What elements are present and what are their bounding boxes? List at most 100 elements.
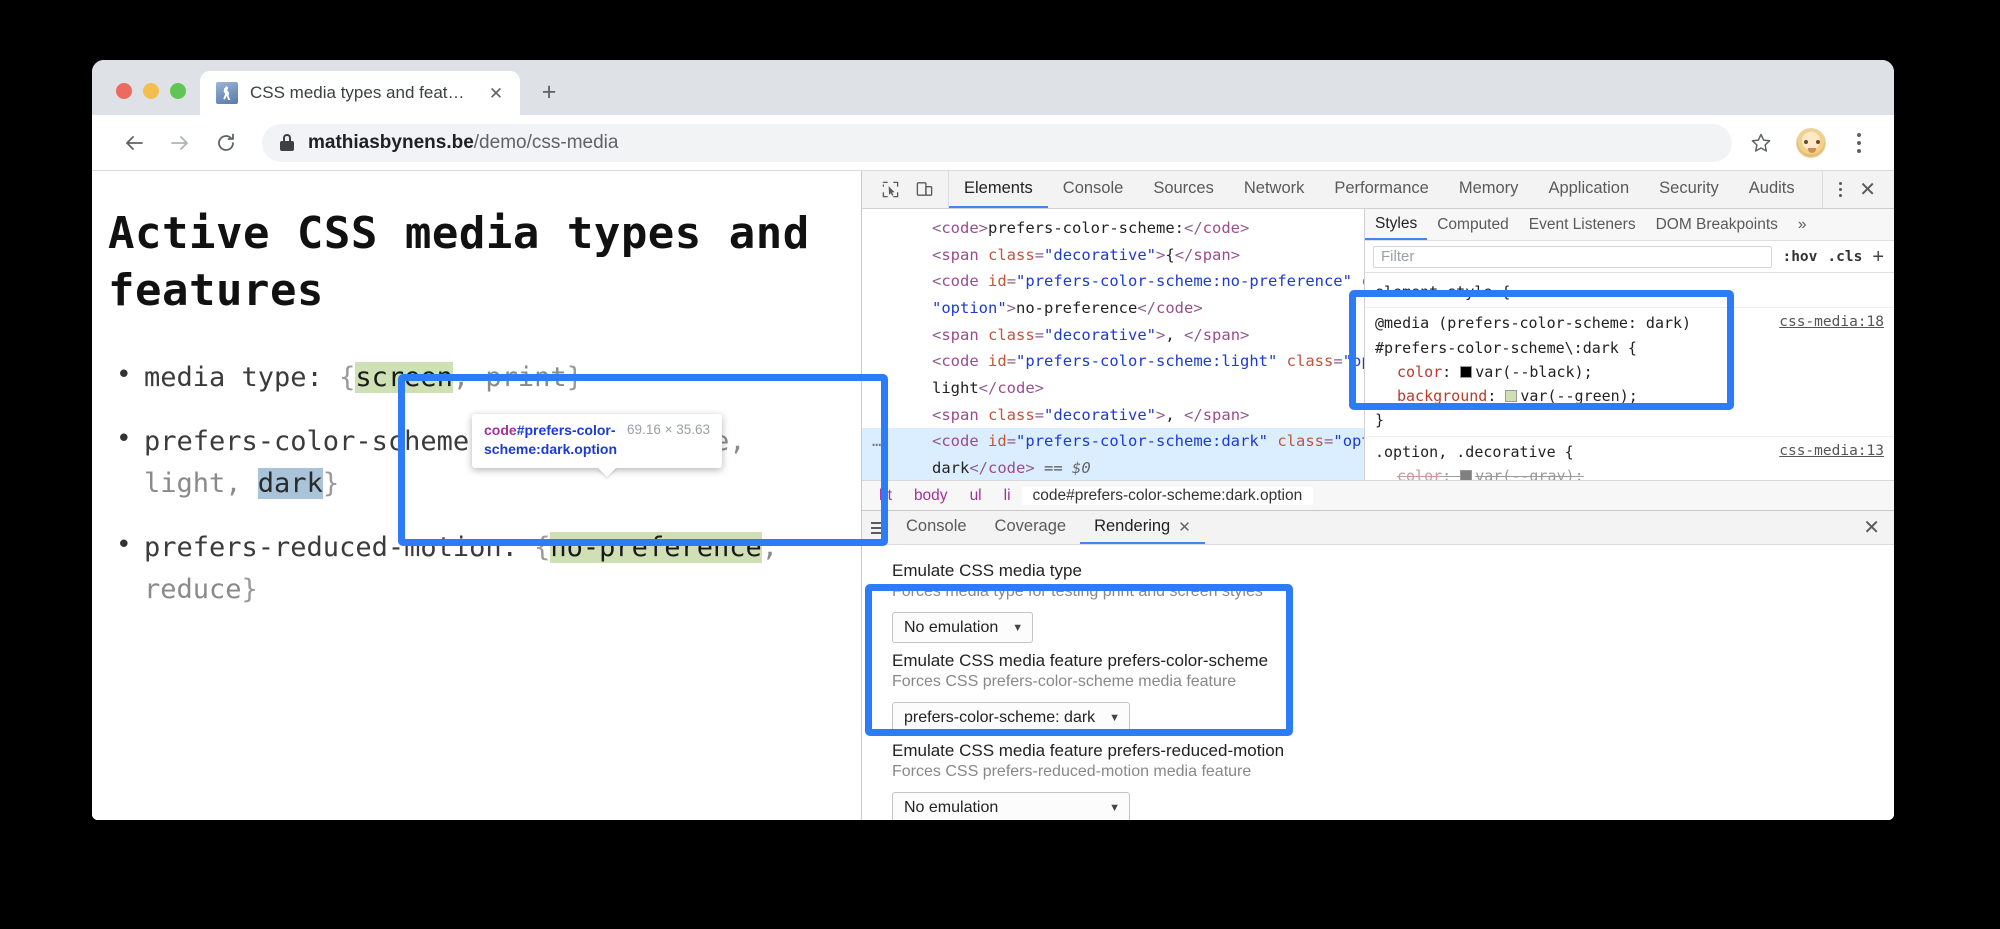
- color-swatch-icon[interactable]: [1460, 366, 1472, 378]
- bullet-label: prefers-color-scheme:: [144, 426, 502, 457]
- setting-subtitle-prefers-reduced-motion: Forces CSS prefers-reduced-motion media …: [892, 763, 1864, 781]
- styles-filter-input[interactable]: Filter: [1373, 246, 1772, 268]
- dom-line-selected[interactable]: …<code id="prefers-color-scheme:dark" cl…: [862, 428, 1364, 455]
- drawer-tab-console[interactable]: Console: [892, 511, 981, 544]
- styles-more-tabs-icon[interactable]: »: [1788, 209, 1817, 240]
- property-name: background: [1397, 387, 1487, 405]
- forward-button[interactable]: [160, 123, 200, 163]
- value-light: light: [144, 468, 225, 499]
- style-rule-dark-media[interactable]: css-media:18 @media (prefers-color-schem…: [1365, 308, 1894, 436]
- tab-performance[interactable]: Performance: [1319, 171, 1443, 208]
- page-title: Active CSS media types and features: [108, 205, 821, 319]
- tab-security[interactable]: Security: [1644, 171, 1734, 208]
- drawer-tab-rendering[interactable]: Rendering✕: [1080, 511, 1205, 544]
- tab-event-listeners[interactable]: Event Listeners: [1519, 209, 1646, 240]
- rule-origin-link[interactable]: css-media:18: [1779, 311, 1884, 334]
- color-swatch-icon[interactable]: [1460, 470, 1472, 480]
- style-rule-option-decorative[interactable]: css-media:13 .option, .decorative { colo…: [1365, 437, 1894, 480]
- dom-breadcrumb: ht body ul li code#prefers-color-scheme:…: [862, 480, 1894, 510]
- breadcrumb-item-ul[interactable]: ul: [959, 487, 993, 505]
- new-tab-button[interactable]: +: [530, 73, 568, 111]
- breadcrumb-item-li[interactable]: li: [993, 487, 1022, 505]
- breadcrumb-item-code[interactable]: code#prefers-color-scheme:dark.option: [1022, 487, 1314, 505]
- drawer-close-icon[interactable]: ✕: [1863, 515, 1880, 540]
- chevron-down-icon: ▼: [1109, 712, 1120, 724]
- profile-avatar[interactable]: [1796, 128, 1826, 158]
- address-bar[interactable]: mathiasbynens.be/demo/css-media: [262, 124, 1732, 162]
- inspect-element-icon[interactable]: [878, 179, 902, 201]
- close-window-button[interactable]: [116, 83, 132, 99]
- browser-tab[interactable]: CSS media types and features ✕: [200, 71, 520, 115]
- devtools-toolbar-right: ✕: [1822, 171, 1894, 208]
- dom-line[interactable]: <code id="prefers-color-scheme:no-prefer…: [862, 268, 1364, 295]
- select-prefers-color-scheme[interactable]: prefers-color-scheme: dark▼: [892, 702, 1130, 733]
- bullet-label: media type:: [144, 362, 339, 393]
- bullet-label: prefers-reduced-motion:: [144, 532, 534, 563]
- value-reduce: reduce: [144, 574, 242, 605]
- value-screen: screen: [355, 362, 453, 393]
- devtools-main-column: <code>prefers-color-scheme:</code> <span…: [862, 209, 1894, 820]
- breadcrumb-item-html[interactable]: ht: [868, 487, 903, 505]
- styles-rules-list: element.style { css-media:18 @media (pre…: [1365, 273, 1894, 480]
- maximize-window-button[interactable]: [170, 83, 186, 99]
- sep: ,: [729, 426, 745, 457]
- devtools-close-icon[interactable]: ✕: [1855, 180, 1880, 200]
- style-property-background[interactable]: background: var(--green);: [1375, 384, 1886, 408]
- tab-styles[interactable]: Styles: [1365, 209, 1427, 240]
- sep: ,: [453, 362, 486, 393]
- tab-audits[interactable]: Audits: [1734, 171, 1810, 208]
- devtools-drawer: Console Coverage Rendering✕ ✕ Emulate CS…: [862, 510, 1894, 820]
- style-property-color[interactable]: color: var(--black);: [1375, 360, 1886, 384]
- close-tab-icon[interactable]: ✕: [486, 85, 506, 102]
- dom-line[interactable]: <code>prefers-color-scheme:</code>: [862, 215, 1364, 242]
- chevron-down-icon: ▼: [1109, 802, 1120, 814]
- cls-toggle[interactable]: .cls: [1827, 249, 1862, 265]
- drawer-tab-label: Coverage: [995, 517, 1067, 536]
- dom-line[interactable]: "option">no-preference</code>: [862, 295, 1364, 322]
- back-button[interactable]: [114, 123, 154, 163]
- drawer-actions: ✕: [1863, 511, 1894, 544]
- new-style-rule-button[interactable]: +: [1872, 247, 1886, 267]
- reload-button[interactable]: [206, 123, 246, 163]
- elements-panel: <code>prefers-color-scheme:</code> <span…: [862, 209, 1894, 480]
- breadcrumb-item-body[interactable]: body: [903, 487, 959, 505]
- close-rendering-tab-icon[interactable]: ✕: [1178, 518, 1191, 536]
- minimize-window-button[interactable]: [143, 83, 159, 99]
- tab-dom-breakpoints[interactable]: DOM Breakpoints: [1646, 209, 1788, 240]
- sep: ,: [225, 468, 258, 499]
- rule-close-brace: }: [1375, 408, 1886, 432]
- tab-network[interactable]: Network: [1229, 171, 1320, 208]
- style-property-color-overridden[interactable]: color: var(--gray);: [1375, 464, 1886, 480]
- site-favicon-icon: [216, 82, 238, 104]
- hov-toggle[interactable]: :hov: [1782, 249, 1817, 265]
- dom-line[interactable]: <code id="prefers-color-scheme:light" cl…: [862, 348, 1364, 375]
- color-swatch-icon[interactable]: [1505, 390, 1517, 402]
- dom-line-selected-cont[interactable]: dark</code> == $0: [862, 455, 1364, 480]
- rule-origin-link[interactable]: css-media:13: [1779, 440, 1884, 463]
- tab-memory[interactable]: Memory: [1444, 171, 1534, 208]
- tab-computed[interactable]: Computed: [1427, 209, 1519, 240]
- select-prefers-reduced-motion[interactable]: No emulation▼: [892, 792, 1130, 820]
- drawer-tab-coverage[interactable]: Coverage: [981, 511, 1081, 544]
- property-value: var(--green): [1520, 387, 1628, 405]
- lock-icon: [280, 134, 294, 151]
- style-rule-element-style[interactable]: element.style {: [1365, 277, 1894, 308]
- tab-sources[interactable]: Sources: [1138, 171, 1229, 208]
- sep: ,: [762, 532, 778, 563]
- devtools-menu-button[interactable]: [1829, 182, 1851, 197]
- select-emulate-media-type[interactable]: No emulation▼: [892, 612, 1033, 643]
- tab-console[interactable]: Console: [1048, 171, 1139, 208]
- setting-title-prefers-reduced-motion: Emulate CSS media feature prefers-reduce…: [892, 741, 1864, 761]
- dom-line[interactable]: <span class="decorative">, </span>: [862, 402, 1364, 429]
- chevron-down-icon: ▼: [1012, 622, 1023, 634]
- dom-line[interactable]: <span class="decorative">, </span>: [862, 322, 1364, 349]
- dom-tree[interactable]: <code>prefers-color-scheme:</code> <span…: [862, 209, 1364, 480]
- tab-elements[interactable]: Elements: [949, 171, 1048, 208]
- device-toolbar-icon[interactable]: [912, 179, 936, 201]
- drawer-menu-icon[interactable]: [862, 511, 892, 544]
- dom-line[interactable]: light</code>: [862, 375, 1364, 402]
- tab-application[interactable]: Application: [1533, 171, 1644, 208]
- dom-line[interactable]: <span class="decorative">{</span>: [862, 242, 1364, 269]
- bookmark-star-icon[interactable]: [1744, 126, 1778, 160]
- browser-menu-button[interactable]: [1842, 133, 1876, 153]
